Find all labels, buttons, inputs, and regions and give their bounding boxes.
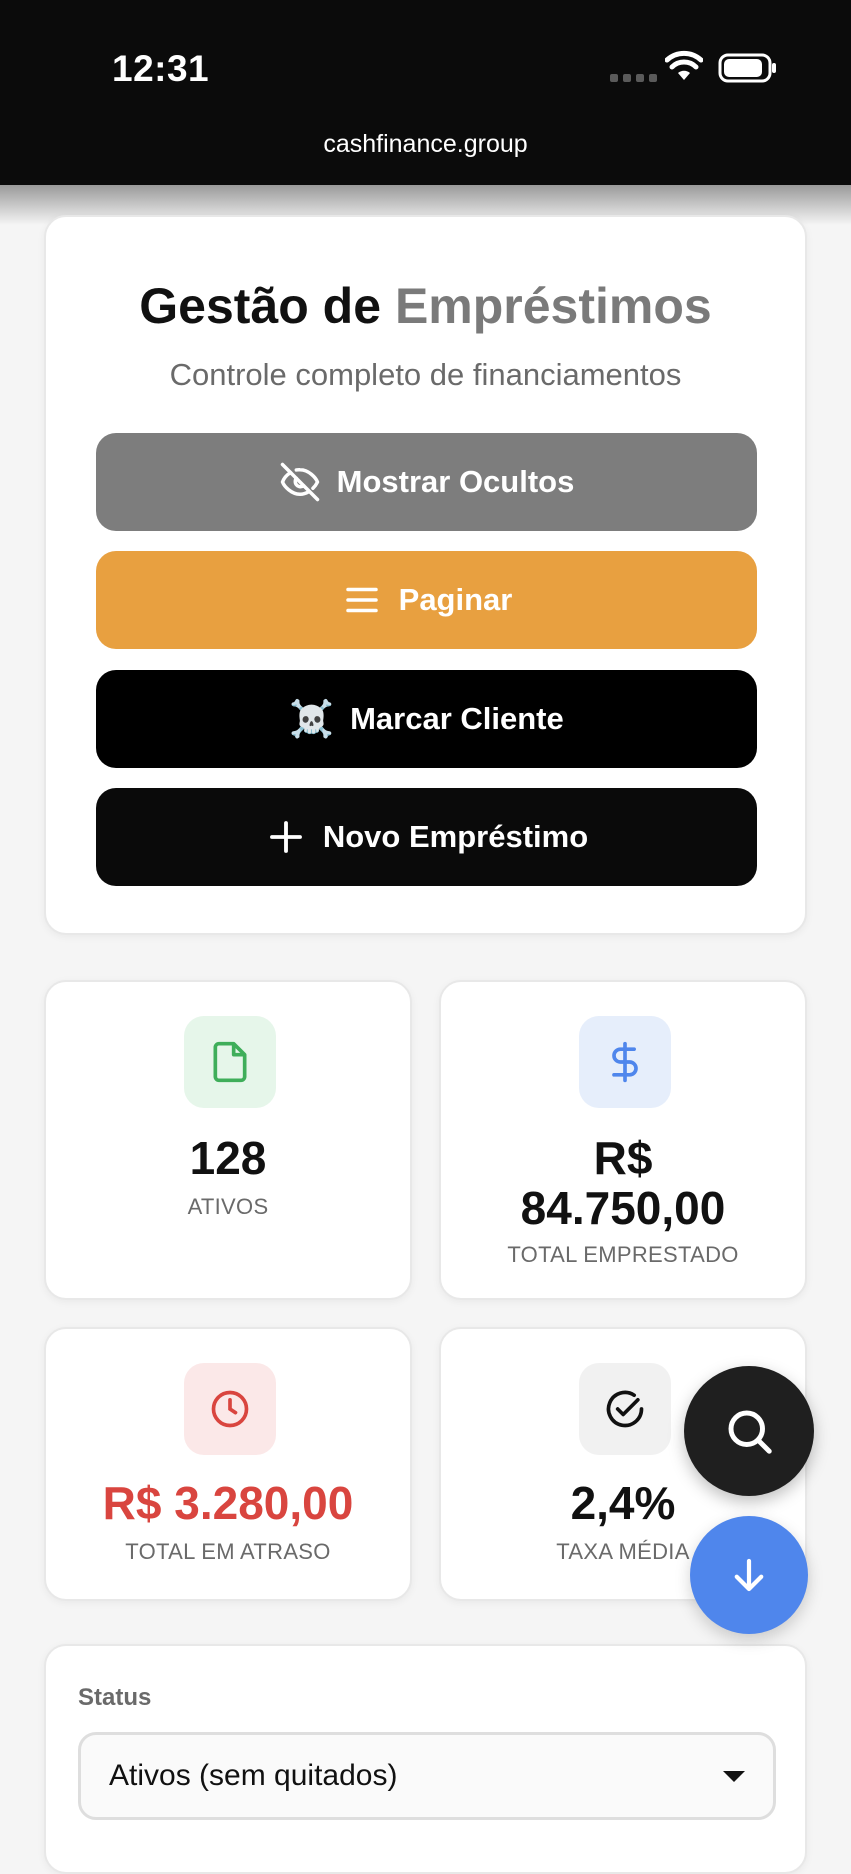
new-loan-button[interactable]: Novo Empréstimo bbox=[96, 788, 757, 886]
browser-url[interactable]: cashfinance.group bbox=[0, 130, 851, 159]
stat-card-overdue: R$ 3.280,00 TOTAL EM ATRASO bbox=[44, 1327, 412, 1601]
cellular-signal-icon bbox=[610, 74, 657, 82]
status-bar: 12:31 cashfinance.group bbox=[0, 0, 851, 185]
stat-label: ATIVOS bbox=[187, 1194, 269, 1219]
status-filter-card: Status Ativos (sem quitados) bbox=[44, 1644, 807, 1874]
scroll-down-fab-button[interactable] bbox=[690, 1516, 808, 1634]
show-hidden-button[interactable]: Mostrar Ocultos bbox=[96, 433, 757, 531]
chevron-down-icon bbox=[723, 1771, 745, 1782]
menu-lines-icon bbox=[345, 587, 378, 613]
wifi-icon bbox=[665, 50, 703, 80]
stat-value: 128 bbox=[189, 1132, 267, 1184]
status-filter-label: Status bbox=[78, 1684, 152, 1711]
clock-icon bbox=[211, 1390, 249, 1428]
plus-icon bbox=[269, 821, 302, 853]
dollar-icon bbox=[612, 1041, 638, 1083]
stat-value-currency: R$ bbox=[593, 1132, 653, 1184]
search-fab-button[interactable] bbox=[684, 1366, 814, 1496]
stat-icon-box bbox=[579, 1363, 671, 1455]
page-subtitle: Controle completo de financiamentos bbox=[169, 357, 682, 392]
status-time: 12:31 bbox=[112, 48, 210, 89]
stat-card-total-lent: R$ 84.750,00 TOTAL EMPRESTADO bbox=[439, 980, 807, 1300]
page-title: Gestão de Empréstimos bbox=[139, 278, 712, 334]
stat-label: TOTAL EMPRESTADO bbox=[507, 1242, 739, 1267]
stat-card-active: 128 ATIVOS bbox=[44, 980, 412, 1300]
stat-icon-box bbox=[184, 1016, 276, 1108]
stat-icon-box bbox=[579, 1016, 671, 1108]
stat-value: 84.750,00 bbox=[520, 1182, 726, 1234]
battery-icon bbox=[718, 53, 776, 83]
paginate-button[interactable]: Paginar bbox=[96, 551, 757, 649]
eye-off-icon bbox=[280, 462, 319, 502]
stat-icon-box bbox=[184, 1363, 276, 1455]
skull-crossbones-icon: ☠️ bbox=[289, 698, 335, 739]
stat-label: TOTAL EM ATRASO bbox=[125, 1539, 331, 1564]
status-select-value: Ativos (sem quitados) bbox=[109, 1759, 398, 1792]
arrow-down-icon bbox=[734, 1558, 764, 1592]
search-icon bbox=[728, 1410, 772, 1454]
mark-client-button[interactable]: ☠️ Marcar Cliente bbox=[96, 670, 757, 768]
check-circle-icon bbox=[606, 1390, 644, 1428]
status-select[interactable]: Ativos (sem quitados) bbox=[78, 1732, 776, 1820]
loan-management-card: Gestão de Empréstimos Controle completo … bbox=[44, 215, 807, 935]
stat-value: R$ 3.280,00 bbox=[102, 1477, 354, 1529]
file-icon bbox=[213, 1041, 247, 1083]
